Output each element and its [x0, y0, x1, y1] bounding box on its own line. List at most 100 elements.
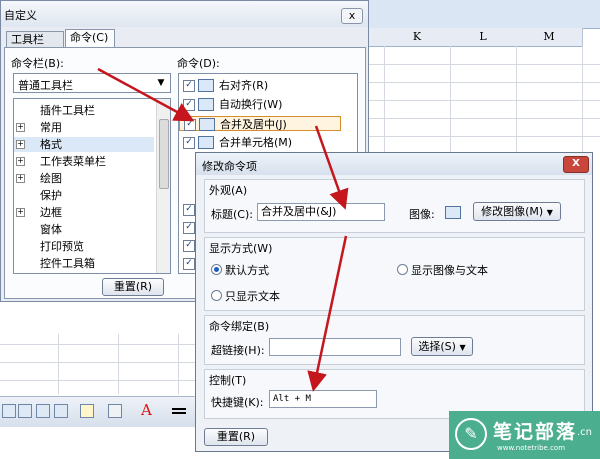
radio-default[interactable] [211, 264, 222, 275]
toolbar-list-item[interactable]: 控件工具箱 [14, 256, 154, 271]
toolbar-list-item-label: 保护 [40, 189, 62, 202]
command-checkbox[interactable]: ✓ [183, 99, 195, 111]
toolbar-list-item-label: 边框 [40, 206, 62, 219]
toolbar-list-item[interactable]: 保护 [14, 188, 154, 203]
customize-title: 自定义 [4, 9, 37, 22]
column-header-k[interactable]: K [384, 28, 451, 47]
command-item[interactable]: ✓ 自动换行(W) [179, 97, 341, 112]
command-icon [198, 79, 214, 92]
appearance-group: 外观(A) 标题(C): 合并及居中(&J) 图像: 修改图像(M) ▼ [204, 179, 585, 233]
command-checkbox[interactable]: ✓ [184, 119, 196, 131]
column-header-l[interactable]: L [450, 28, 517, 47]
modify-command-dialog: 修改命令项 X 外观(A) 标题(C): 合并及居中(&J) 图像: 修改图像(… [195, 152, 593, 452]
tab-commands[interactable]: 命令(C) [65, 29, 115, 48]
formatting-toolbar: A [0, 396, 200, 427]
command-checkbox[interactable]: ✓ [183, 258, 195, 270]
toolbar-list-item-label: 格式 [40, 138, 62, 151]
toolbar-list-item-label: 绘图 [40, 172, 62, 185]
toolbars-label: 命令栏(B): [11, 57, 64, 70]
customize-close-button[interactable]: x [341, 8, 363, 24]
change-image-button[interactable]: 修改图像(M) ▼ [473, 202, 561, 221]
toolbar-list-thumb[interactable] [159, 119, 169, 189]
chart-icon[interactable] [2, 404, 16, 418]
chevron-down-icon: ▼ [157, 78, 165, 88]
title-input[interactable]: 合并及居中(&J) [257, 203, 385, 221]
change-image-label: 修改图像(M) [481, 205, 544, 218]
toolbar-list-item-label: 工作表菜单栏 [40, 155, 106, 168]
image-label: 图像: [409, 208, 435, 221]
expand-icon[interactable]: + [16, 174, 25, 183]
select-label: 选择(S) [418, 340, 456, 353]
fill-color-icon[interactable] [80, 404, 94, 418]
expand-icon[interactable]: + [16, 208, 25, 217]
radio-image-text-label: 显示图像与文本 [411, 264, 488, 277]
radio-image-text[interactable] [397, 264, 408, 275]
merge-center-icon [445, 206, 461, 219]
watermark-logo: ✎ 笔记部落 .cn www.notetribe.com [449, 411, 600, 459]
hyperlink-input[interactable] [269, 338, 401, 356]
pen-icon: ✎ [455, 418, 487, 450]
ribbon-strip [366, 0, 600, 29]
shortcut-input[interactable]: Alt + M [269, 390, 377, 408]
expand-icon[interactable]: + [16, 123, 25, 132]
command-icon [198, 136, 214, 149]
command-icon [198, 98, 214, 111]
toolbar-list-scrollbar[interactable] [156, 99, 170, 273]
tab-toolbars[interactable]: 工具栏(T) [6, 31, 64, 62]
toolbar-select-value: 普通工具栏 [18, 79, 73, 92]
toolbar-select[interactable]: 普通工具栏 ▼ [13, 73, 171, 93]
shortcut-label: 快捷键(K): [211, 396, 264, 409]
modify-titlebar: 修改命令项 X [196, 153, 592, 175]
toolbar-list-item[interactable]: 窗体 [14, 222, 154, 237]
radio-text-only-label: 只显示文本 [225, 290, 280, 303]
toolbar-list-item[interactable]: + 边框 [14, 205, 154, 220]
clipart-icon[interactable] [36, 404, 50, 418]
line-style-icon[interactable] [172, 408, 186, 410]
toolbar-list-item[interactable]: + 工作表菜单栏 [14, 154, 154, 169]
command-checkbox[interactable]: ✓ [183, 137, 195, 149]
appearance-label: 外观(A) [209, 184, 248, 197]
command-item[interactable]: ✓ 合并单元格(M) [179, 135, 341, 150]
control-label: 控制(T) [209, 374, 247, 387]
hyperlink-label: 超链接(H): [211, 344, 265, 357]
watermark-url: www.notetribe.com [497, 444, 566, 452]
chevron-down-icon: ▼ [459, 343, 466, 352]
binding-label: 命令绑定(B) [209, 320, 270, 333]
expand-icon[interactable]: + [16, 140, 25, 149]
command-checkbox[interactable]: ✓ [183, 240, 195, 252]
command-checkbox[interactable]: ✓ [183, 204, 195, 216]
toolbar-list-item-label: 插件工具栏 [40, 104, 95, 117]
command-item[interactable]: ✓ 右对齐(R) [179, 78, 341, 93]
customize-reset-button[interactable]: 重置(R) [102, 278, 164, 296]
select-button[interactable]: 选择(S) ▼ [411, 337, 473, 356]
commands-label: 命令(D): [177, 57, 220, 70]
modify-reset-button[interactable]: 重置(R) [204, 428, 268, 446]
toolbar-list-item[interactable]: + 绘图 [14, 171, 154, 186]
radio-default-label: 默认方式 [225, 264, 269, 277]
modify-close-button[interactable]: X [563, 156, 589, 173]
picture-icon[interactable] [18, 404, 32, 418]
toolbar-list[interactable]: 插件工具栏 + 常用 + 格式 + 工作表菜单栏 + 绘图 保护 + 边框 窗体 打印预览 控件工具箱 [13, 98, 171, 274]
radio-text-only[interactable] [211, 290, 222, 301]
toolbar-list-item[interactable]: + 常用 [14, 120, 154, 135]
command-label: 合并单元格(M) [219, 136, 293, 149]
insert-object-icon[interactable] [54, 404, 68, 418]
line-color-icon[interactable] [108, 404, 122, 418]
expand-icon[interactable]: + [16, 157, 25, 166]
command-icon [199, 118, 215, 131]
command-checkbox[interactable]: ✓ [183, 80, 195, 92]
toolbar-list-item[interactable]: 打印预览 [14, 239, 154, 254]
binding-group: 命令绑定(B) 超链接(H): 选择(S) ▼ [204, 315, 585, 365]
toolbar-list-item-label: 控件工具箱 [40, 257, 95, 270]
toolbar-list-item[interactable]: 插件工具栏 [14, 103, 154, 118]
command-label: 自动换行(W) [219, 98, 283, 111]
toolbar-list-item[interactable]: + 格式 [14, 137, 154, 152]
watermark-suffix: .cn [577, 427, 593, 438]
column-header-m[interactable]: M [516, 28, 583, 47]
display-group: 显示方式(W) 默认方式 显示图像与文本 只显示文本 [204, 237, 585, 311]
command-checkbox[interactable]: ✓ [183, 222, 195, 234]
command-item[interactable]: ✓ 合并及居中(J) [179, 116, 341, 131]
font-color-icon[interactable]: A [141, 401, 152, 419]
chevron-down-icon: ▼ [546, 208, 553, 217]
toolbar-list-item-label: 窗体 [40, 223, 62, 236]
